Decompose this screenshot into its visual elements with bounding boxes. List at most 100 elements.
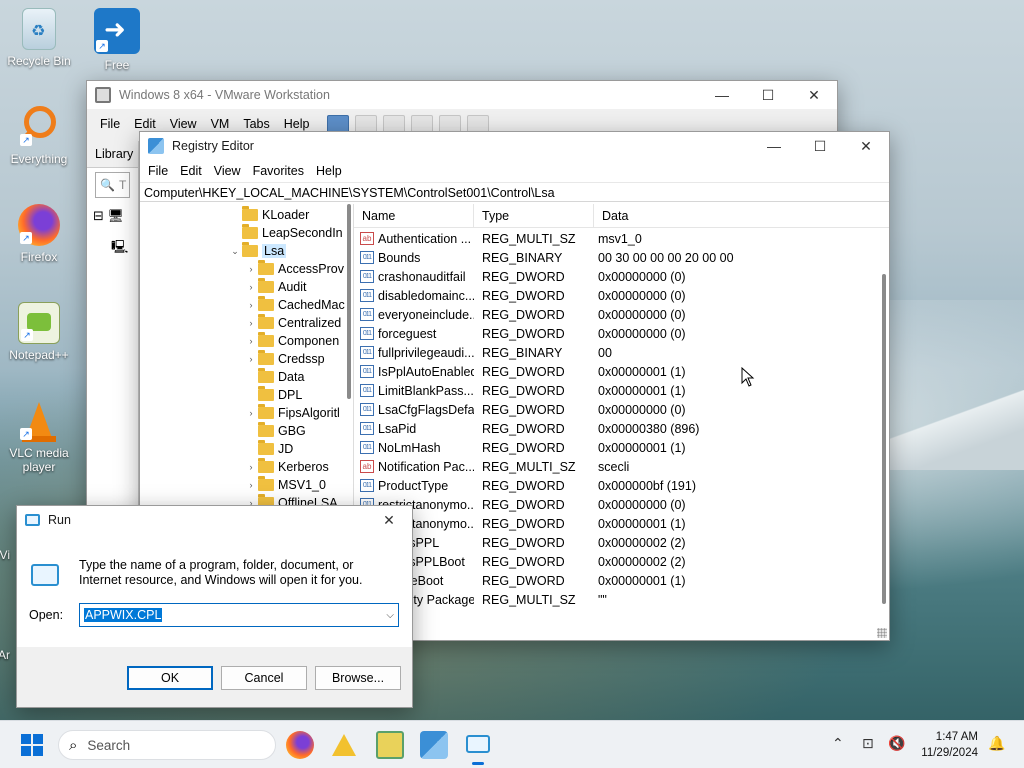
- chevron-down-icon[interactable]: ⌵: [386, 610, 394, 621]
- tree-item[interactable]: DPL: [244, 386, 302, 404]
- tree-item[interactable]: Data: [244, 368, 304, 386]
- value-row[interactable]: 011 LimitBlankPass... REG_DWORD 0x00000001 …: [354, 381, 889, 400]
- close-button[interactable]: ✕: [366, 506, 412, 534]
- tree-item[interactable]: › Centralized: [244, 314, 341, 332]
- value-row[interactable]: 011restrictanonymo...REG_DWORD0x00000001…: [354, 514, 889, 533]
- value-row[interactable]: 011RunAsPPLBootREG_DWORD0x00000002 (2): [354, 552, 889, 571]
- menu-view[interactable]: View: [208, 164, 247, 178]
- expand-arrow-icon[interactable]: ›: [244, 408, 258, 418]
- taskbar-search[interactable]: ⌕ Search: [58, 730, 276, 760]
- menu-help[interactable]: Help: [310, 164, 348, 178]
- value-row[interactable]: 011RunAsPPLREG_DWORD0x00000002 (2): [354, 533, 889, 552]
- tree-item[interactable]: LeapSecondIn: [228, 224, 343, 242]
- menu-tabs[interactable]: Tabs: [236, 117, 276, 131]
- value-row[interactable]: ab Notification Pac... REG_MULTI_SZ scecli: [354, 457, 889, 476]
- taskbar-regedit-icon[interactable]: [420, 731, 448, 759]
- tree-item[interactable]: › Audit: [244, 278, 307, 296]
- tree-item[interactable]: › Credssp: [244, 350, 325, 368]
- address-bar[interactable]: Computer\HKEY_LOCAL_MACHINE\SYSTEM\Contr…: [140, 182, 889, 202]
- tree-item[interactable]: GBG: [244, 422, 306, 440]
- tree-item[interactable]: › CachedMac: [244, 296, 345, 314]
- browse-button[interactable]: Browse...: [315, 666, 401, 690]
- library-search-input[interactable]: 🔍 T: [95, 172, 130, 198]
- notification-bell-icon[interactable]: 🔔: [988, 735, 1005, 752]
- network-icon[interactable]: ⊡: [862, 735, 874, 752]
- chevron-up-icon[interactable]: ⌃: [832, 735, 844, 752]
- value-row[interactable]: 011 Bounds REG_BINARY 00 30 00 00 00 20 00 …: [354, 248, 889, 267]
- menu-edit[interactable]: Edit: [127, 117, 163, 131]
- menu-view[interactable]: View: [163, 117, 204, 131]
- expand-arrow-icon[interactable]: ›: [244, 318, 258, 328]
- speaker-muted-icon[interactable]: 🔇: [888, 735, 905, 752]
- maximize-button[interactable]: ☐: [797, 132, 843, 160]
- minimize-button[interactable]: —: [751, 132, 797, 160]
- expand-arrow-icon[interactable]: ›: [244, 264, 258, 274]
- vmware-titlebar[interactable]: Windows 8 x64 - VMware Workstation — ☐ ✕: [87, 81, 837, 109]
- taskbar-warning-icon[interactable]: [330, 731, 358, 759]
- open-combobox[interactable]: APPWIX.CPL ⌵: [79, 603, 399, 627]
- run-titlebar[interactable]: Run ✕: [17, 506, 412, 534]
- open-input-value[interactable]: APPWIX.CPL: [84, 608, 163, 622]
- value-row[interactable]: 011 everyoneinclude... REG_DWORD 0x00000000…: [354, 305, 889, 324]
- value-row[interactable]: 011 NoLmHash REG_DWORD 0x00000001 (1): [354, 438, 889, 457]
- tree-item[interactable]: › Kerberos: [244, 458, 329, 476]
- value-row[interactable]: abSecurity PackagesREG_MULTI_SZ"": [354, 590, 889, 609]
- tree-item[interactable]: › MSV1_0: [244, 476, 326, 494]
- value-row[interactable]: 011 forceguest REG_DWORD 0x00000000 (0): [354, 324, 889, 343]
- expand-arrow-icon[interactable]: ›: [244, 336, 258, 346]
- tree-item[interactable]: ⌄ Lsa: [228, 242, 287, 260]
- desktop-icon-vlc[interactable]: ↗ VLC media player: [4, 400, 74, 474]
- value-row[interactable]: 011 fullprivilegeaudi... REG_BINARY 00: [354, 343, 889, 362]
- expand-arrow-icon[interactable]: ›: [244, 462, 258, 472]
- cancel-button[interactable]: Cancel: [221, 666, 307, 690]
- computer-icon[interactable]: ⊟ 🖥: [93, 208, 138, 224]
- maximize-button[interactable]: ☐: [745, 81, 791, 109]
- tree-item[interactable]: KLoader: [228, 206, 309, 224]
- taskbar-clock[interactable]: 1:47 AM 11/29/2024: [921, 729, 978, 761]
- expand-arrow-icon[interactable]: ›: [244, 354, 258, 364]
- expand-arrow-icon[interactable]: ⌄: [228, 246, 242, 257]
- value-row[interactable]: 011 disabledomainc... REG_DWORD 0x00000000 …: [354, 286, 889, 305]
- menu-file[interactable]: File: [93, 117, 127, 131]
- tree-scroll-thumb[interactable]: [347, 204, 351, 399]
- menu-help[interactable]: Help: [277, 117, 317, 131]
- desktop-icon-notepadpp[interactable]: ↗ Notepad++: [4, 302, 74, 362]
- expand-arrow-icon[interactable]: ›: [244, 480, 258, 490]
- taskbar-firefox-icon[interactable]: [286, 731, 314, 759]
- column-header-type[interactable]: Type: [474, 203, 594, 228]
- desktop-icon-everything[interactable]: ↗ Everything: [4, 106, 74, 166]
- tree-item[interactable]: › FipsAlgoritl: [244, 404, 340, 422]
- value-row[interactable]: 011 LsaPid REG_DWORD 0x00000380 (896): [354, 419, 889, 438]
- value-row[interactable]: 011restrictanonymo...REG_DWORD0x00000000…: [354, 495, 889, 514]
- resize-grip[interactable]: [877, 628, 887, 638]
- menu-favorites[interactable]: Favorites: [247, 164, 310, 178]
- expand-arrow-icon[interactable]: ›: [244, 282, 258, 292]
- column-header-name[interactable]: Name: [354, 203, 474, 228]
- close-button[interactable]: ✕: [791, 81, 837, 109]
- value-row[interactable]: 011 LsaCfgFlagsDefa... REG_DWORD 0x00000000…: [354, 400, 889, 419]
- values-scroll-thumb[interactable]: [882, 274, 886, 604]
- taskbar-notepadpp-icon[interactable]: [376, 731, 404, 759]
- value-row[interactable]: 011 IsPplAutoEnabled REG_DWORD 0x00000001 (…: [354, 362, 889, 381]
- desktop-icon-firefox[interactable]: ↗ Firefox: [4, 204, 74, 264]
- menu-edit[interactable]: Edit: [174, 164, 208, 178]
- column-header-data[interactable]: Data: [594, 204, 889, 228]
- value-row[interactable]: 011 ProductType REG_DWORD 0x000000bf (191): [354, 476, 889, 495]
- desktop-icon-recycle-bin[interactable]: ♻ Recycle Bin: [4, 8, 74, 68]
- regedit-titlebar[interactable]: Registry Editor — ☐ ✕: [140, 132, 889, 160]
- value-row[interactable]: 011SecureBootREG_DWORD0x00000001 (1): [354, 571, 889, 590]
- expand-arrow-icon[interactable]: ›: [244, 300, 258, 310]
- values-scrollbar[interactable]: [879, 204, 889, 640]
- ok-button[interactable]: OK: [127, 666, 213, 690]
- tree-item[interactable]: JD: [244, 440, 293, 458]
- desktop-icon-free[interactable]: ➜ ↗ Free: [82, 8, 152, 72]
- value-row[interactable]: 011 crashonauditfail REG_DWORD 0x00000000 (…: [354, 267, 889, 286]
- start-windows-icon[interactable]: [21, 734, 43, 756]
- taskbar-run-icon[interactable]: [464, 731, 492, 765]
- close-button[interactable]: ✕: [843, 132, 889, 160]
- minimize-button[interactable]: —: [699, 81, 745, 109]
- vm-icon[interactable]: 🖳: [111, 238, 138, 260]
- tree-item[interactable]: › Componen: [244, 332, 339, 350]
- value-row[interactable]: ab Authentication ... REG_MULTI_SZ msv1_0: [354, 229, 889, 248]
- menu-file[interactable]: File: [142, 164, 174, 178]
